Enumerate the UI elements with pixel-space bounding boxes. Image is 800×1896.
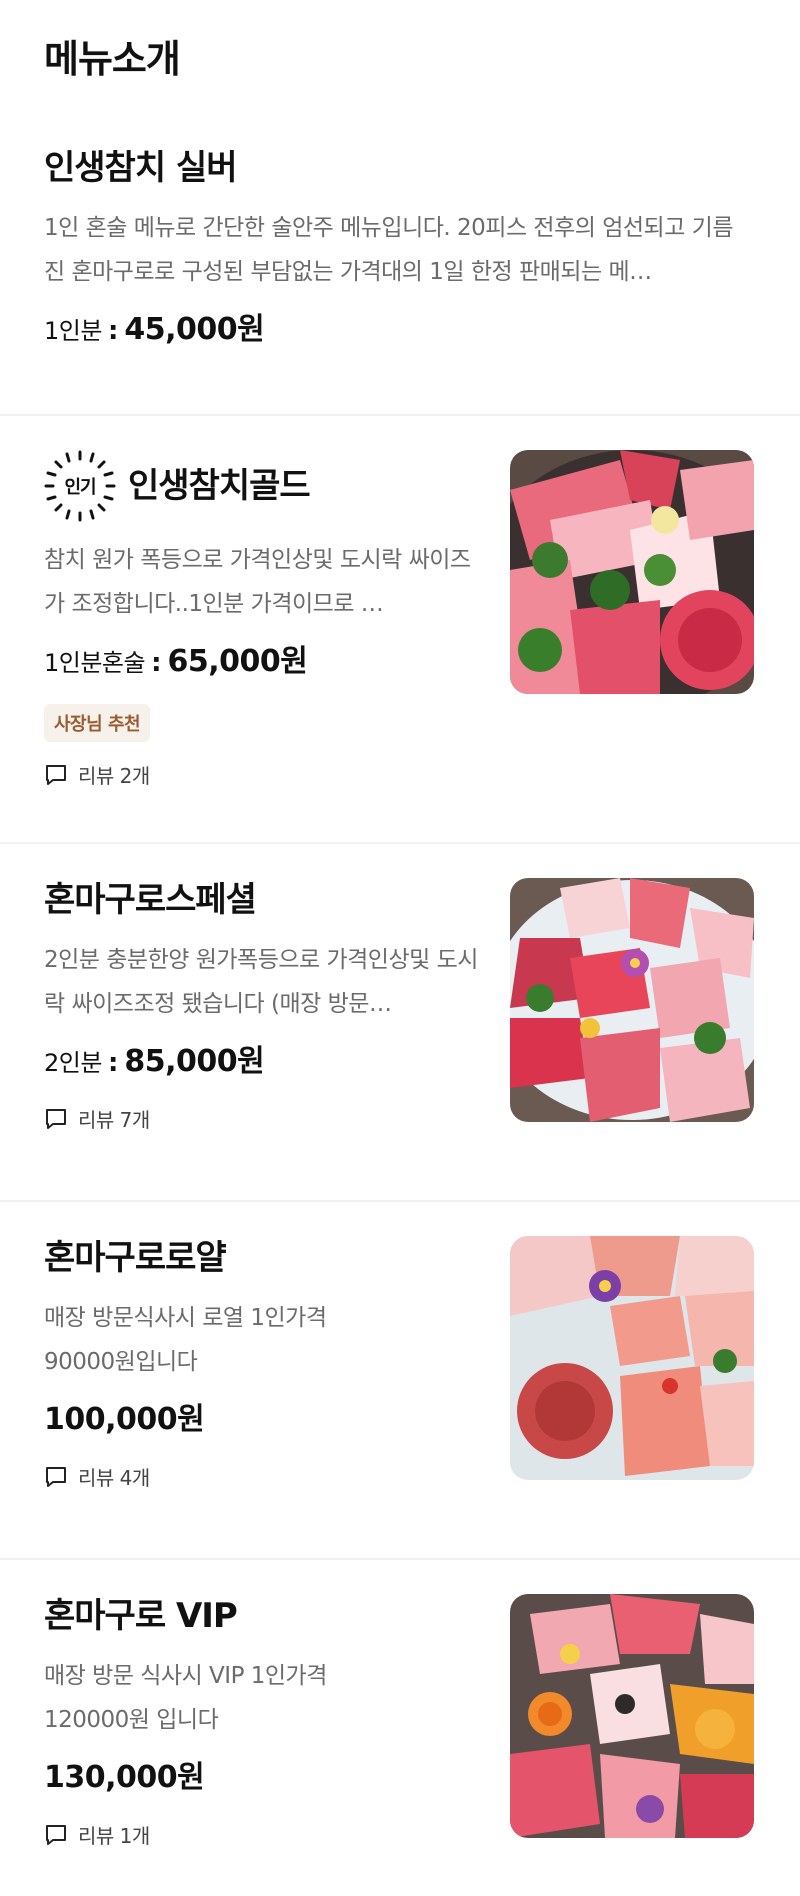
menu-item-price: 2인분:85,000원 (44, 1042, 484, 1086)
tuna-platter-image (510, 1236, 754, 1480)
menu-item-price: 1인분:45,000원 (44, 310, 744, 354)
price-value: 65,000원 (167, 644, 308, 679)
menu-item-photo[interactable] (510, 878, 754, 1122)
menu-item-description: 참치 원가 폭등으로 가격인상및 도시락 싸이즈가 조정합니다..1인분 가격이… (44, 547, 471, 617)
price-label: 1인분혼술 (44, 649, 146, 677)
speech-bubble-icon (46, 1824, 66, 1845)
speech-bubble-icon (46, 1466, 66, 1487)
menu-item-special[interactable]: 혼마구로스페셜 2인분 충분한양 원가폭등으로 가격인상및 도시락 싸이즈조정 … (0, 844, 800, 1202)
page-title: 메뉴소개 (44, 37, 181, 81)
menu-item-photo[interactable] (510, 1594, 754, 1838)
review-count[interactable]: 리뷰 2개 (44, 760, 484, 789)
menu-item-name: 인생참치골드 (128, 466, 311, 506)
review-count[interactable]: 리뷰 4개 (44, 1462, 484, 1491)
price-label: 1인분 (44, 317, 102, 345)
menu-item-price: 100,000원 (44, 1400, 484, 1444)
menu-item-description: 매장 방문 식사시 VIP 1인가격 120000원 입니다 (44, 1663, 327, 1733)
menu-item-name-row: 인기 인생참치골드 (44, 450, 484, 522)
menu-item-photo[interactable] (510, 450, 754, 694)
price-colon: : (107, 1048, 119, 1078)
price-value: 130,000원 (44, 1760, 205, 1795)
review-count-label: 리뷰 7개 (78, 1108, 150, 1132)
popular-badge-icon: 인기 (44, 450, 116, 522)
menu-item-text: 혼마구로 VIP 매장 방문 식사시 VIP 1인가격 120000원 입니다 … (44, 1594, 484, 1849)
menu-item-vip[interactable]: 혼마구로 VIP 매장 방문 식사시 VIP 1인가격 120000원 입니다 … (0, 1560, 800, 1896)
menu-item-description: 1인 혼술 메뉴로 간단한 술안주 메뉴입니다. 20피스 전후의 엄선되고 기… (44, 215, 734, 285)
tuna-platter-image (510, 450, 754, 694)
menu-item-text: 인생참치 실버 1인 혼술 메뉴로 간단한 술안주 메뉴입니다. 20피스 전후… (44, 146, 744, 354)
menu-item-gold[interactable]: 인기 인생참치골드 참치 원가 폭등으로 가격인상및 도시락 싸이즈가 조정합니… (0, 416, 800, 844)
price-value: 45,000원 (124, 312, 265, 347)
price-colon: : (107, 316, 119, 346)
review-count[interactable]: 리뷰 7개 (44, 1104, 484, 1133)
price-value: 85,000원 (124, 1044, 265, 1079)
menu-item-text: 혼마구로로얄 매장 방문식사시 로열 1인가격 90000원입니다 100,00… (44, 1236, 484, 1491)
popular-badge-label: 인기 (64, 477, 95, 498)
menu-item-name: 혼마구로스페셜 (44, 880, 257, 920)
menu-item-photo[interactable] (510, 1236, 754, 1480)
review-count[interactable]: 리뷰 1개 (44, 1820, 484, 1849)
tuna-platter-image (510, 878, 754, 1122)
speech-bubble-icon (46, 764, 66, 785)
price-colon: : (151, 648, 162, 678)
price-value: 100,000원 (44, 1402, 205, 1437)
owner-recommend-badge: 사장님 추천 (44, 704, 151, 742)
menu-item-price: 1인분혼술:65,000원 (44, 642, 484, 686)
tuna-platter-image (510, 1594, 754, 1838)
menu-item-description: 2인분 충분한양 원가폭등으로 가격인상및 도시락 싸이즈조정 됐습니다 (매장… (44, 947, 478, 1017)
menu-item-text: 혼마구로스페셜 2인분 충분한양 원가폭등으로 가격인상및 도시락 싸이즈조정 … (44, 878, 484, 1133)
menu-item-name: 혼마구로 VIP (44, 1596, 238, 1636)
review-count-label: 리뷰 2개 (78, 764, 150, 788)
price-label: 2인분 (44, 1049, 102, 1077)
menu-item-name: 인생참치 실버 (44, 148, 238, 188)
menu-item-silver[interactable]: 인생참치 실버 1인 혼술 메뉴로 간단한 술안주 메뉴입니다. 20피스 전후… (0, 112, 800, 416)
menu-item-description: 매장 방문식사시 로열 1인가격 90000원입니다 (44, 1305, 327, 1375)
menu-item-royal[interactable]: 혼마구로로얄 매장 방문식사시 로열 1인가격 90000원입니다 100,00… (0, 1202, 800, 1560)
menu-item-text: 인기 인생참치골드 참치 원가 폭등으로 가격인상및 도시락 싸이즈가 조정합니… (44, 450, 484, 789)
review-count-label: 리뷰 1개 (78, 1824, 150, 1848)
menu-item-name: 혼마구로로얄 (44, 1238, 227, 1278)
menu-page: 메뉴소개 인생참치 실버 1인 혼술 메뉴로 간단한 술안주 메뉴입니다. 20… (0, 0, 800, 1896)
menu-item-price: 130,000원 (44, 1758, 484, 1802)
review-count-label: 리뷰 4개 (78, 1466, 150, 1490)
speech-bubble-icon (46, 1108, 66, 1129)
